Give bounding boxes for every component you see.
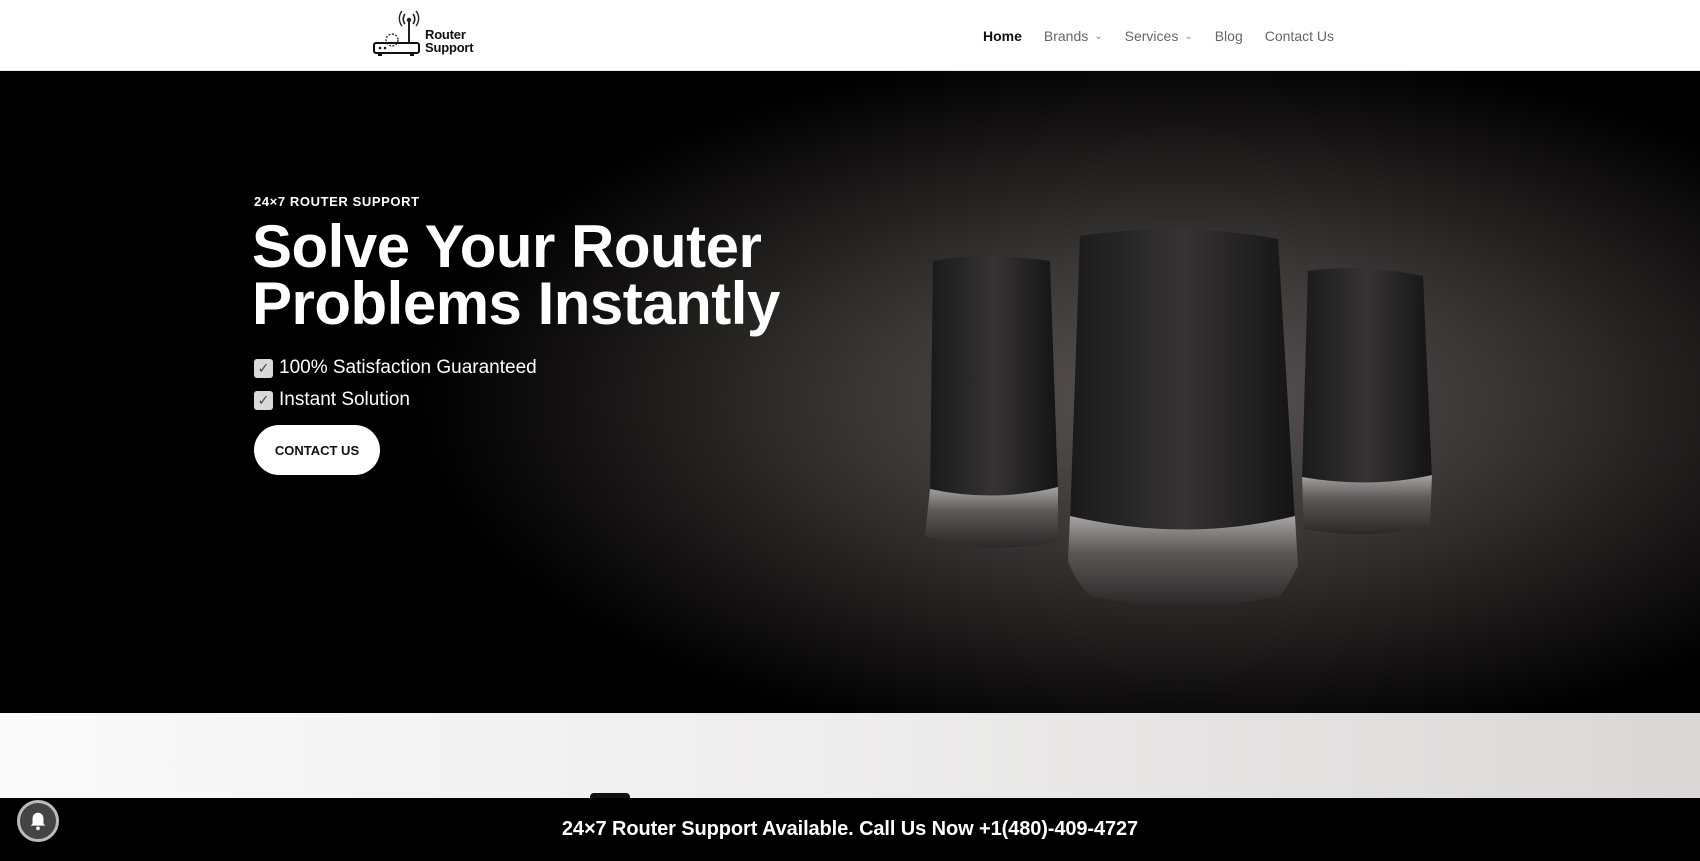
hero-title-line2: Problems Instantly — [252, 270, 780, 337]
main-nav: Home Brands ⌄ Services ⌄ Blog Contact Us — [983, 0, 1334, 71]
feature-item: ✓ 100% Satisfaction Guaranteed — [254, 357, 537, 379]
support-bar[interactable]: 24×7 Router Support Available. Call Us N… — [0, 798, 1700, 861]
site-logo[interactable]: Router Support — [372, 10, 484, 58]
router-logo-icon — [373, 10, 420, 56]
hero-title-line1: Solve Your Router — [252, 213, 762, 280]
nav-brands-label: Brands — [1043, 27, 1089, 44]
hero-section: 24×7 ROUTER SUPPORT Solve Your Router Pr… — [0, 71, 1700, 713]
chevron-down-icon: ⌄ — [1184, 31, 1193, 42]
nav-brands[interactable]: Brands ⌄ — [1044, 28, 1103, 44]
bell-icon — [30, 812, 46, 831]
nav-blog-label: Blog — [1214, 27, 1243, 44]
nav-contact-label: Contact Us — [1264, 27, 1334, 44]
nav-home-label: Home — [982, 27, 1022, 44]
logo-wordmark: Router Support — [425, 28, 474, 55]
logo-line2: Support — [425, 40, 474, 55]
checkbox-icon: ✓ — [254, 358, 273, 378]
support-bar-text: 24×7 Router Support Available. Call Us N… — [561, 818, 1139, 840]
contact-us-button[interactable]: CONTACT US — [254, 425, 380, 475]
nav-home[interactable]: Home — [983, 28, 1022, 44]
hero-tagline: 24×7 ROUTER SUPPORT — [254, 194, 420, 209]
nav-services[interactable]: Services ⌄ — [1125, 28, 1193, 44]
nav-blog[interactable]: Blog — [1215, 28, 1243, 44]
feature-label: Instant Solution — [279, 389, 410, 410]
chevron-down-icon: ⌄ — [1094, 31, 1103, 42]
nav-contact[interactable]: Contact Us — [1265, 28, 1334, 44]
mesh-router-image — [925, 229, 1432, 606]
feature-item: ✓ Instant Solution — [254, 389, 410, 411]
nav-services-label: Services — [1124, 27, 1179, 44]
notification-bell-icon[interactable] — [17, 800, 59, 842]
checkbox-icon: ✓ — [254, 390, 273, 410]
site-header: Router Support Home Brands ⌄ Services ⌄ … — [0, 0, 1700, 71]
feature-label: 100% Satisfaction Guaranteed — [279, 357, 537, 378]
hero-title: Solve Your Router Problems Instantly — [252, 213, 872, 337]
